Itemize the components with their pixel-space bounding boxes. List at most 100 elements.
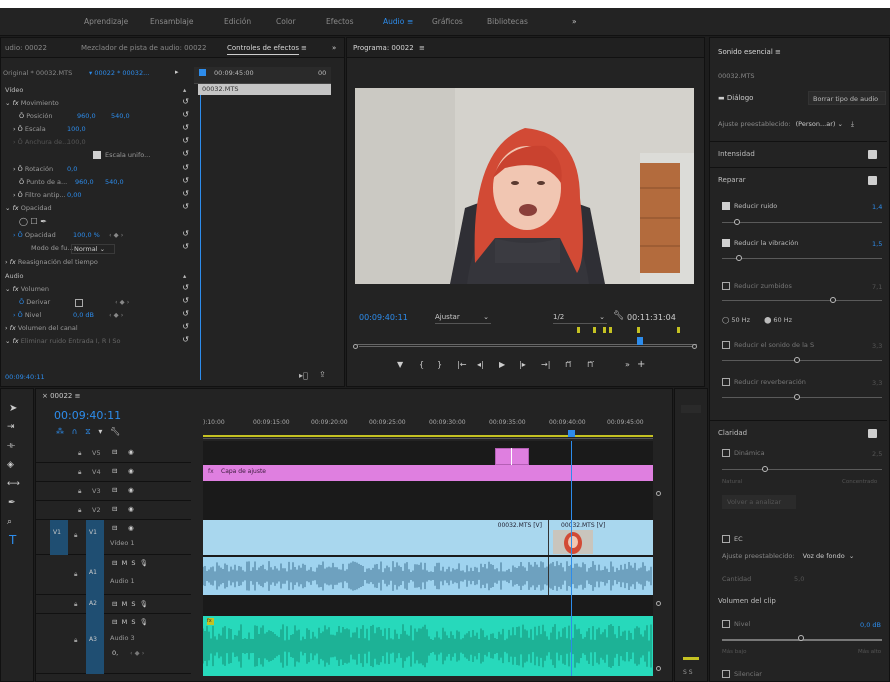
fx-opacidad[interactable]: ⌄ fx Opacidad <box>5 204 52 215</box>
snap-icon[interactable]: ∩ <box>72 427 78 436</box>
nivel-keyframe-nav[interactable]: ‹ ◆ › <box>109 311 123 319</box>
reset-eliminar-icon[interactable]: ↺ <box>182 335 189 344</box>
modo-dropdown[interactable]: Normal ⌄ <box>71 244 115 254</box>
save-preset-icon[interactable]: ⤓ <box>851 120 854 128</box>
lift-icon[interactable]: ⊓⃛ <box>565 360 571 369</box>
tab-audio-clip-mixer[interactable]: udio: 00022 <box>5 44 47 52</box>
workspace-tab-audio[interactable]: Audio <box>383 17 404 26</box>
sync-lock-icon[interactable]: ⊟ <box>112 524 117 532</box>
reset-posicion-icon[interactable]: ↺ <box>182 110 189 119</box>
track-volume-value[interactable]: 0, <box>112 649 118 657</box>
sync-lock-icon[interactable]: ⊟ <box>112 600 117 608</box>
eye-icon[interactable]: ◉ <box>128 448 134 456</box>
slip-tool-icon[interactable]: ⟷ <box>7 479 20 489</box>
quality-dropdown[interactable]: 1/2 ⌄ <box>553 313 607 324</box>
reducir-vibracion-checkbox[interactable] <box>722 239 730 247</box>
eye-icon[interactable]: ◉ <box>128 467 134 475</box>
sync-lock-icon[interactable]: ⊟ <box>112 486 117 494</box>
nivel-clip-checkbox[interactable] <box>722 620 730 628</box>
timeline-vertical-scroll[interactable] <box>656 441 661 671</box>
pos-x-value[interactable]: 960,0 <box>77 112 96 120</box>
scroll-up-audio-icon[interactable]: ▴ <box>183 272 186 283</box>
keyframe-nav-icon[interactable]: ‹ ◆ › <box>109 231 123 239</box>
solo-icon[interactable]: S <box>131 559 135 567</box>
punto-x-value[interactable]: 960,0 <box>75 178 94 186</box>
type-tool-icon[interactable]: T <box>9 533 16 547</box>
reset-rotacion-icon[interactable]: ↺ <box>182 163 189 172</box>
scroll-handle[interactable] <box>656 601 661 606</box>
reducir-vibracion-knob[interactable] <box>736 255 742 261</box>
tab-effect-controls[interactable]: Controles de efectos <box>227 44 300 55</box>
lock-icon[interactable]: 🔒︎ <box>78 449 81 458</box>
adjustment-clip-small[interactable] <box>495 448 529 465</box>
ellipse-mask-icon[interactable]: ◯ <box>19 217 28 226</box>
meter-label[interactable]: S S <box>683 669 693 676</box>
video-clip-1[interactable]: 00032.MTS [V] <box>203 520 548 555</box>
reducir-ruido-slider[interactable] <box>722 222 882 223</box>
track-select-tool-icon[interactable]: ⇥ <box>7 422 15 432</box>
audio-clip-a3[interactable]: fx <box>203 616 653 676</box>
filtro-value[interactable]: 0,00 <box>67 191 81 199</box>
timeline-ruler[interactable]: ):10:00 00:09:15:00 00:09:20:00 00:09:25… <box>203 415 653 439</box>
fx-volumen-canal[interactable]: › fx Volumen del canal <box>5 324 78 335</box>
tab-program[interactable]: Programa: 00022 <box>353 44 414 52</box>
ec-timecode[interactable]: 00:09:40:11 <box>5 373 45 381</box>
claridad-checkbox[interactable] <box>868 429 877 438</box>
reset-punto-icon[interactable]: ↺ <box>182 176 189 185</box>
ripple-edit-tool-icon[interactable]: ⟛ <box>7 441 15 451</box>
reducir-s-slider[interactable] <box>722 360 882 361</box>
lock-icon[interactable]: 🔒︎ <box>74 636 77 645</box>
lock-icon[interactable]: 🔒︎ <box>74 570 77 579</box>
ec-playhead-icon[interactable] <box>199 69 206 76</box>
clear-audio-type-button[interactable]: Borrar tipo de audio <box>808 91 886 105</box>
claridad-section[interactable]: Claridad <box>710 420 887 444</box>
rect-mask-icon[interactable]: ☐ <box>31 217 38 226</box>
video-clip-2[interactable]: 00032.MTS [V] <box>548 520 653 555</box>
dinamica-knob[interactable] <box>762 466 768 472</box>
wrench-icon[interactable]: 🔧︎ <box>613 311 624 321</box>
sync-lock-icon[interactable]: ⊟ <box>112 467 117 475</box>
lock-icon[interactable]: 🔒︎ <box>78 506 81 515</box>
intensidad-section[interactable]: Intensidad <box>710 141 887 165</box>
solo-icon[interactable]: S <box>131 618 135 626</box>
reducir-zumbidos-knob[interactable] <box>830 297 836 303</box>
marker[interactable] <box>637 327 640 333</box>
mic-icon[interactable]: 🎙︎ <box>140 618 148 626</box>
settings-wrench-icon[interactable]: 🔧︎ <box>110 427 120 436</box>
tab-audio-track-mixer[interactable]: Mezclador de pista de audio: 00022 <box>81 44 206 52</box>
eye-icon[interactable]: ◉ <box>128 505 134 513</box>
hz60-radio[interactable]: ⬤ 60 Hz <box>764 316 792 324</box>
lock-icon[interactable]: 🔒︎ <box>74 600 77 609</box>
zoom-tool-icon[interactable]: ⌕ <box>7 517 12 527</box>
pos-y-value[interactable]: 540,0 <box>111 112 130 120</box>
go-to-in-icon[interactable]: |← <box>457 360 466 369</box>
derivar-keyframe-nav[interactable]: ‹ ◆ › <box>115 298 129 306</box>
marker[interactable] <box>609 327 612 333</box>
mic-icon[interactable]: 🎙︎ <box>140 559 148 567</box>
marker[interactable] <box>577 327 580 333</box>
zoom-left-handle[interactable] <box>353 344 358 349</box>
selection-tool-icon[interactable]: ➤ <box>9 403 17 414</box>
zoom-right-handle[interactable] <box>692 344 697 349</box>
mark-out-icon[interactable]: } <box>437 360 442 369</box>
reset-modo-icon[interactable]: ↺ <box>182 242 189 251</box>
scroll-up-icon[interactable]: ▴ <box>183 86 186 97</box>
nivel-value[interactable]: 0,0 dB <box>73 311 94 319</box>
pen-tool-icon[interactable]: ✒ <box>8 498 16 508</box>
escala-value[interactable]: 100,0 <box>67 125 86 133</box>
scroll-handle[interactable] <box>656 491 661 496</box>
scroll-handle[interactable] <box>656 666 661 671</box>
nivel-clip-knob[interactable] <box>798 635 804 641</box>
ec-filter-icon[interactable]: ▸⃒ <box>299 371 308 380</box>
hz50-radio[interactable]: ◯ 50 Hz <box>722 316 750 324</box>
reducir-reverb-slider[interactable] <box>722 397 882 398</box>
workspace-tab-color[interactable]: Color <box>276 17 296 26</box>
fx-movimiento[interactable]: ⌄ fx Movimiento <box>5 99 59 110</box>
timeline-playhead-icon[interactable] <box>568 430 575 437</box>
reset-filtro-icon[interactable]: ↺ <box>182 189 189 198</box>
escala-uniforme-checkbox[interactable] <box>93 151 101 159</box>
workspace-tab-graficos[interactable]: Gráficos <box>432 17 463 26</box>
reducir-zumbidos-slider[interactable] <box>722 300 882 301</box>
reparar-section[interactable]: Reparar <box>710 167 887 191</box>
lock-icon[interactable]: 🔒︎ <box>78 487 81 496</box>
